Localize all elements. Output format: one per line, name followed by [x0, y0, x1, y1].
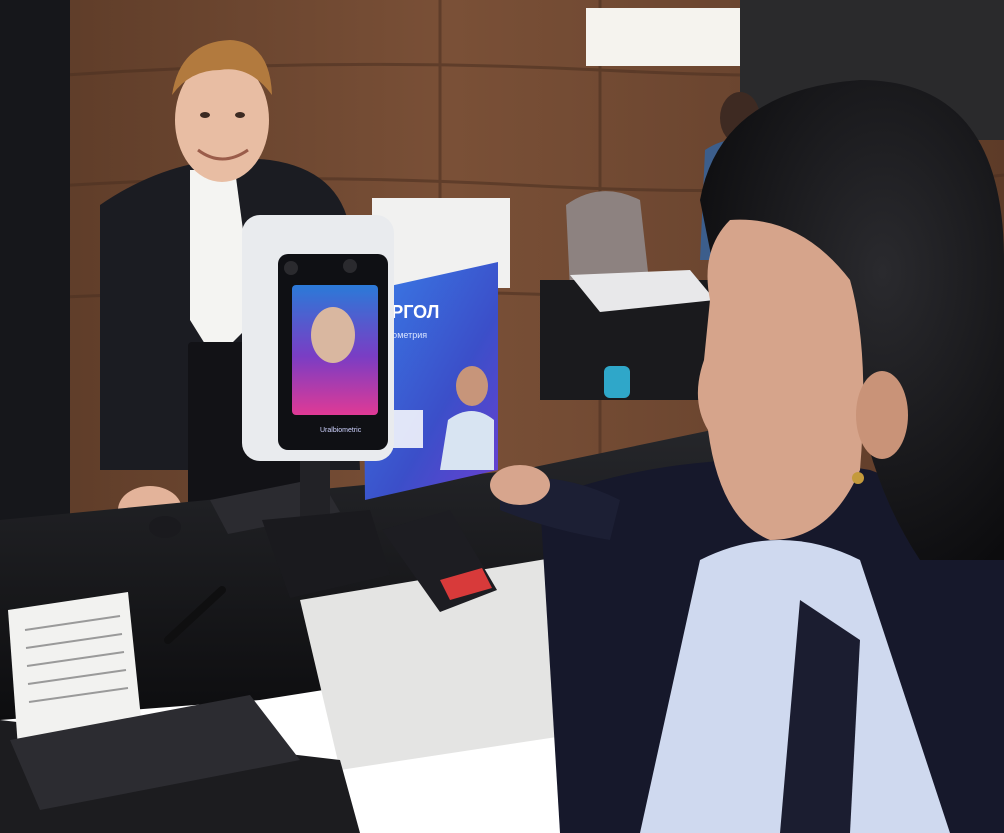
cyan-cup — [604, 366, 630, 398]
photo-scene: УРГОЛ биометрия Uralbiometric — [0, 0, 1004, 833]
on-screen-face — [311, 307, 355, 363]
ceiling-light — [586, 8, 744, 66]
terminal-label: Uralbiometric — [320, 427, 362, 434]
mouse — [149, 516, 181, 538]
dark-column — [0, 0, 70, 560]
